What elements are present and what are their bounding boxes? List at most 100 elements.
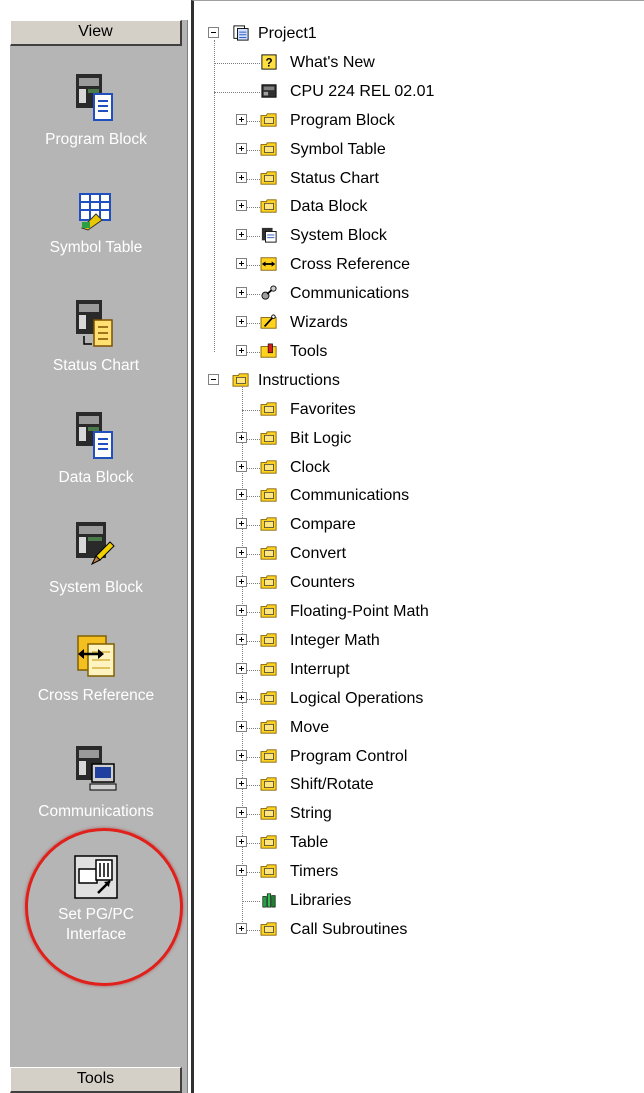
tree-item[interactable]: Call Subroutines [194, 916, 634, 944]
expand-toggle-icon[interactable] [236, 489, 247, 501]
tree-item[interactable]: Symbol Table [194, 136, 634, 164]
tree-item[interactable]: Interrupt [194, 656, 634, 684]
tree-item[interactable]: Counters [194, 569, 634, 597]
tree-item-label: Shift/Rotate [290, 776, 374, 794]
collapse-toggle-icon[interactable] [208, 373, 219, 385]
tree-item[interactable]: Integer Math [194, 627, 634, 655]
expand-toggle-icon[interactable] [236, 662, 247, 674]
tools-header-button[interactable]: Tools [10, 1067, 182, 1093]
tree-item[interactable]: Logical Operations [194, 685, 634, 713]
expand-toggle-icon[interactable] [236, 229, 247, 241]
program-block-icon [76, 74, 113, 121]
string-icon [260, 806, 277, 820]
tree-item[interactable]: Communications [194, 280, 634, 308]
tree-item-label: Communications [290, 487, 410, 505]
system-block-folder-icon [261, 228, 277, 243]
tools-folder-icon [260, 343, 277, 358]
tree-item[interactable]: Program Block [194, 107, 634, 135]
tree-item-label: Wizards [290, 314, 348, 331]
tree-item[interactable]: Table [194, 829, 634, 857]
tree-item[interactable]: Program Control [194, 743, 634, 771]
tree-item[interactable]: Compare [194, 511, 634, 539]
view-header-button[interactable]: View [10, 20, 182, 46]
tree-item[interactable]: Cross Reference [194, 251, 634, 279]
data-block-folder-icon [260, 199, 277, 214]
expand-toggle-icon[interactable] [236, 922, 247, 934]
expand-toggle-icon[interactable] [236, 691, 247, 703]
tree-item[interactable]: Move [194, 714, 634, 742]
tree-item[interactable]: CPU 224 REL 02.01 [194, 78, 634, 106]
tree-item[interactable]: Data Block [194, 193, 634, 221]
interrupt-icon [260, 662, 277, 676]
expand-toggle-icon[interactable] [236, 547, 247, 559]
expand-toggle-icon[interactable] [236, 633, 247, 645]
program-block-folder-icon [260, 113, 277, 127]
tree-item[interactable]: Tools [194, 338, 634, 366]
tree-item[interactable]: Bit Logic [194, 425, 634, 453]
tree-item[interactable]: Favorites [194, 396, 634, 424]
expand-toggle-icon[interactable] [236, 287, 247, 299]
tree-item-project[interactable]: Project1 [194, 20, 634, 48]
table-icon [260, 835, 277, 849]
nav-cross-reference-button[interactable]: Cross Reference [12, 634, 180, 706]
tree-item[interactable]: ? What's New [194, 49, 634, 77]
tree-item[interactable]: System Block [194, 222, 634, 250]
expand-toggle-icon[interactable] [236, 518, 247, 530]
floating-point-math-icon [260, 604, 277, 618]
tree-item[interactable]: Timers [194, 858, 634, 886]
tree-item[interactable]: Communications [194, 482, 634, 510]
expand-toggle-icon[interactable] [236, 258, 247, 270]
libraries-icon [262, 893, 276, 908]
expand-toggle-icon[interactable] [236, 778, 247, 790]
expand-toggle-icon[interactable] [236, 200, 247, 212]
collapse-toggle-icon[interactable] [208, 27, 219, 38]
expand-toggle-icon[interactable] [236, 171, 247, 183]
expand-toggle-icon[interactable] [236, 865, 247, 877]
project-icon [233, 25, 249, 41]
highlight-ring [25, 828, 183, 986]
navigation-bar: View Program Block Symbol Table Status C… [0, 0, 191, 1093]
tools-header-label: Tools [76, 1070, 115, 1087]
view-header-label: View [78, 23, 113, 40]
expand-toggle-icon[interactable] [236, 316, 247, 327]
expand-toggle-icon[interactable] [236, 807, 247, 819]
nav-program-block-button[interactable]: Program Block [12, 72, 180, 150]
expand-toggle-icon[interactable] [236, 836, 247, 848]
tree-item[interactable]: Floating-Point Math [194, 598, 634, 626]
expand-toggle-icon[interactable] [236, 576, 247, 588]
nav-status-chart-button[interactable]: Status Chart [12, 298, 180, 376]
clock-icon [260, 459, 277, 474]
logical-operations-icon [260, 691, 277, 705]
expand-toggle-icon[interactable] [236, 749, 247, 761]
expand-toggle-icon[interactable] [236, 431, 247, 443]
tree-item[interactable]: Shift/Rotate [194, 771, 634, 799]
tree-item[interactable]: Wizards [194, 309, 634, 337]
expand-toggle-icon[interactable] [236, 113, 247, 125]
nav-communications-button[interactable]: Communications [12, 744, 180, 822]
wizards-folder-icon [260, 314, 277, 329]
tree-item-label: Symbol Table [290, 140, 386, 158]
cpu-icon [261, 84, 277, 98]
nav-data-block-label: Data Block [58, 469, 134, 486]
expand-toggle-icon[interactable] [236, 142, 247, 154]
expand-toggle-icon[interactable] [236, 720, 247, 732]
expand-toggle-icon[interactable] [236, 605, 247, 616]
tree-item[interactable]: Libraries [194, 887, 634, 915]
tree-item[interactable]: Status Chart [194, 165, 634, 193]
cross-reference-folder-icon [260, 257, 277, 271]
expand-toggle-icon[interactable] [236, 460, 247, 472]
nav-system-block-button[interactable]: System Block [12, 520, 180, 598]
nav-symbol-table-button[interactable]: Symbol Table [12, 192, 180, 258]
expand-toggle-icon[interactable] [236, 344, 247, 356]
communications-instr-icon [260, 488, 277, 503]
cross-reference-icon [77, 635, 115, 677]
nav-data-block-button[interactable]: Data Block [12, 410, 180, 488]
tree-item[interactable]: String [194, 800, 634, 828]
tree-item-instructions[interactable]: Instructions [194, 367, 634, 395]
tree-item[interactable]: Convert [194, 540, 634, 568]
tree-item-label: Call Subroutines [290, 920, 408, 938]
tree-item[interactable]: Clock [194, 454, 634, 482]
timers-icon [260, 864, 277, 878]
tree-item-label: CPU 224 REL 02.01 [290, 82, 435, 100]
nav-program-block-label: Program Block [45, 131, 147, 148]
